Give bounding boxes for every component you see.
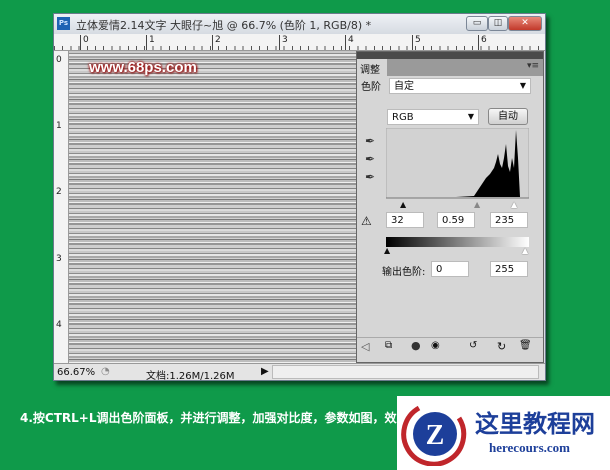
output-white-slider[interactable]: ▲ bbox=[522, 246, 528, 255]
clipping-warning-icon[interactable]: ⚠ bbox=[361, 214, 372, 228]
status-menu-arrow-icon[interactable]: ▶ bbox=[261, 366, 269, 377]
logo-emblem: Z bbox=[401, 405, 467, 466]
logo-letter: Z bbox=[426, 420, 445, 451]
close-button[interactable]: ✕ bbox=[508, 16, 542, 31]
channel-dropdown[interactable]: RGB ▼ bbox=[387, 109, 479, 125]
title-bar[interactable]: Ps 立体爱情2.14文字 大眼仔~旭 @ 66.7% (色阶 1, RGB/8… bbox=[54, 14, 545, 34]
output-black-field[interactable]: 0 bbox=[431, 261, 469, 277]
gray-eyedropper-icon[interactable]: ✒ bbox=[365, 152, 375, 166]
status-bar: 66.67% ◔ 文档:1.26M/1.26M ▶ bbox=[54, 363, 545, 382]
photoshop-document-window: Ps 立体爱情2.14文字 大眼仔~旭 @ 66.7% (色阶 1, RGB/8… bbox=[53, 13, 546, 382]
channel-value: RGB bbox=[392, 112, 414, 123]
ruler-tick: 5 bbox=[412, 35, 421, 50]
ruler-tick: 2 bbox=[212, 35, 221, 50]
zoom-level[interactable]: 66.67% bbox=[57, 367, 95, 378]
preset-label: 色阶 bbox=[361, 82, 381, 93]
window-title: 立体爱情2.14文字 大眼仔~旭 @ 66.7% (色阶 1, RGB/8) * bbox=[76, 19, 372, 32]
preset-dropdown[interactable]: 自定 ▼ bbox=[389, 78, 531, 94]
ruler-tick: 0 bbox=[56, 55, 62, 65]
output-gradient bbox=[386, 237, 529, 247]
ruler-tick: 1 bbox=[146, 35, 155, 50]
watermark: www.68ps.com bbox=[89, 59, 197, 76]
adjustments-panel: 调整 ▾≡ 色阶 自定 ▼ RGB ▼ 自动 ✒ ✒ ✒ ▲ ▲ ▲ ⚠ 32 0.… bbox=[356, 51, 544, 363]
ruler-tick: 3 bbox=[279, 35, 288, 50]
ruler-tick: 2 bbox=[56, 187, 62, 197]
chevron-down-icon: ▼ bbox=[519, 81, 526, 90]
input-black-slider[interactable]: ▲ bbox=[400, 200, 406, 209]
reset-icon[interactable]: ↻ bbox=[497, 340, 506, 353]
input-black-field[interactable]: 32 bbox=[386, 212, 424, 228]
ruler-tick: 6 bbox=[478, 35, 487, 50]
ruler-tick: 0 bbox=[80, 35, 89, 50]
logo-name: 这里教程网 bbox=[475, 409, 595, 438]
ruler-tick: 4 bbox=[345, 35, 354, 50]
status-icon[interactable]: ◔ bbox=[101, 366, 110, 377]
auto-button[interactable]: 自动 bbox=[488, 108, 528, 125]
panel-header[interactable] bbox=[357, 52, 543, 59]
step-caption: 4.按CTRL+L调出色阶面板，并进行调整，加强对比度，参数如图，效果如图。 bbox=[20, 411, 445, 425]
horizontal-scrollbar[interactable] bbox=[272, 365, 539, 379]
preset-value: 自定 bbox=[394, 81, 414, 92]
ruler-tick: 4 bbox=[56, 320, 62, 330]
restore-button[interactable]: ◫ bbox=[488, 16, 508, 31]
input-white-field[interactable]: 235 bbox=[490, 212, 528, 228]
output-levels-label: 输出色阶: bbox=[382, 267, 426, 278]
input-gamma-field[interactable]: 0.59 bbox=[437, 212, 475, 228]
output-white-field[interactable]: 255 bbox=[490, 261, 528, 277]
ruler-tick: 1 bbox=[56, 121, 62, 131]
histogram bbox=[386, 128, 529, 199]
document-size: 文档:1.26M/1.26M bbox=[146, 371, 235, 382]
input-gamma-slider[interactable]: ▲ bbox=[474, 200, 480, 209]
input-white-slider[interactable]: ▲ bbox=[511, 200, 517, 209]
previous-state-icon[interactable]: ↺ bbox=[469, 340, 477, 351]
trash-icon[interactable]: 🗑 bbox=[519, 340, 532, 351]
black-eyedropper-icon[interactable]: ✒ bbox=[365, 134, 375, 148]
back-arrow-icon[interactable]: ◁ bbox=[361, 340, 369, 353]
tab-adjustments[interactable]: 调整 bbox=[357, 59, 387, 76]
logo-url: herecours.com bbox=[489, 440, 570, 455]
expand-view-icon[interactable]: ⧉ bbox=[385, 340, 392, 351]
clip-layer-icon[interactable]: ● bbox=[411, 339, 421, 352]
visibility-eye-icon[interactable]: ◉ bbox=[431, 340, 440, 351]
site-logo[interactable]: Z 这里教程网 herecours.com bbox=[397, 396, 610, 470]
horizontal-ruler bbox=[54, 34, 545, 51]
chevron-down-icon: ▼ bbox=[467, 112, 474, 121]
panel-tab-bar: 调整 ▾≡ bbox=[357, 59, 543, 76]
white-eyedropper-icon[interactable]: ✒ bbox=[365, 170, 375, 184]
minimize-button[interactable]: ▭ bbox=[466, 16, 488, 31]
panel-menu-icon[interactable]: ▾≡ bbox=[527, 61, 539, 71]
ruler-tick: 3 bbox=[56, 254, 62, 264]
photoshop-icon: Ps bbox=[57, 17, 70, 30]
output-black-slider[interactable]: ▲ bbox=[384, 246, 390, 255]
vertical-ruler: 0 1 2 3 4 bbox=[54, 51, 69, 363]
